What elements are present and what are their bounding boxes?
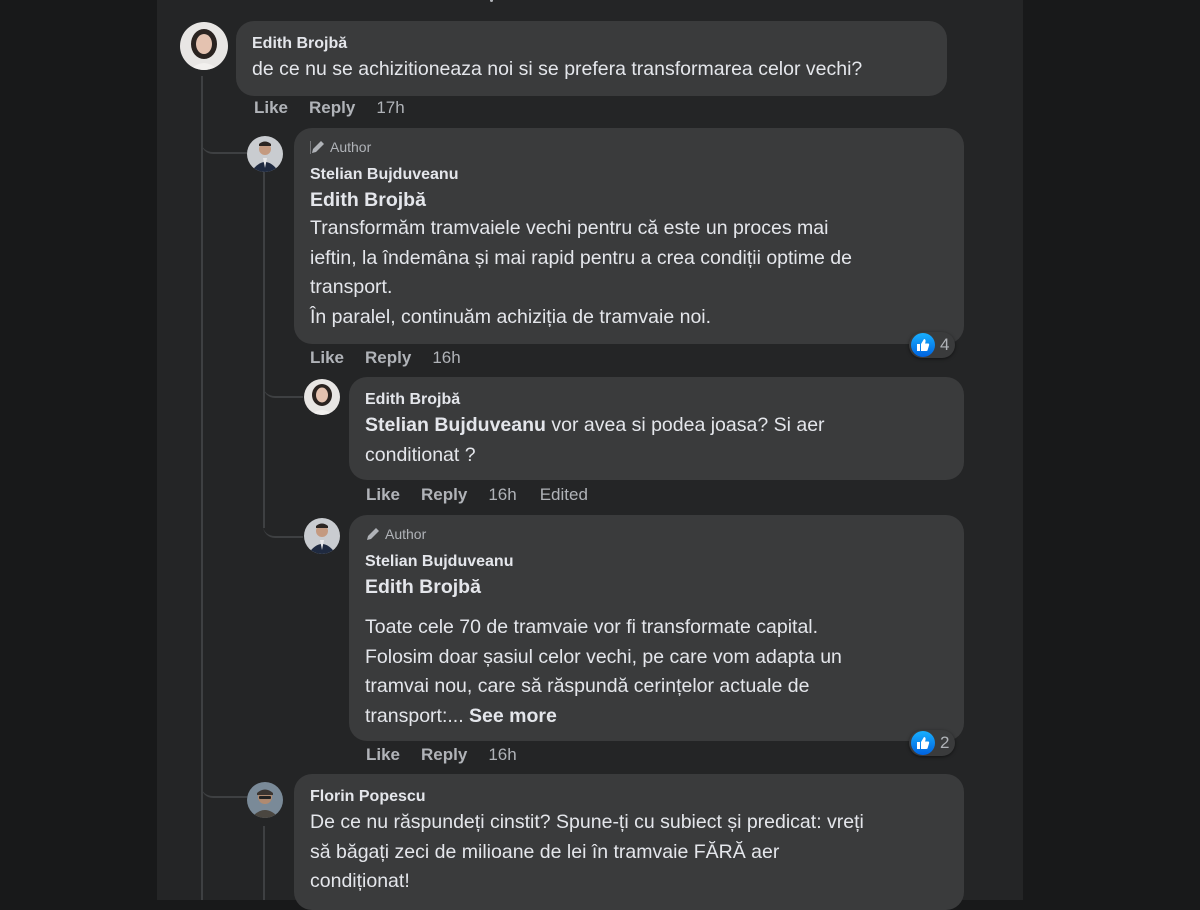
comment-line: Transformăm tramvaiele vechi pentru că e… — [310, 217, 829, 239]
comment-actions: Like Reply 17h — [254, 98, 428, 118]
comment-timestamp[interactable]: 16h — [488, 745, 516, 765]
avatar-woman-icon — [180, 22, 228, 70]
comment-line: conditionat ? — [365, 443, 476, 466]
reply-button[interactable]: Reply — [309, 98, 355, 118]
comments-panel: Edith Brojbă de ce nu se achizitioneaza … — [157, 0, 1023, 910]
author-badge-label: Author — [385, 526, 427, 542]
comment-text: Stelian Bujduveanu vor avea si podea joa… — [365, 411, 950, 470]
comment-author-name[interactable]: Edith Brojbă — [252, 33, 933, 55]
comment-line: tramvai nou, care să răspundă cerințelor… — [365, 675, 810, 697]
see-more-link[interactable]: See more — [469, 705, 557, 727]
pen-icon — [367, 528, 379, 540]
thumbs-up-icon — [911, 731, 935, 755]
thumbs-up-icon — [911, 333, 935, 357]
reply-button[interactable]: Reply — [365, 348, 411, 368]
comment-line: ieftin, la îndemâna și mai rapid pentru … — [310, 246, 852, 269]
comment-line: Folosim doar șasiul celor vechi, pe care… — [365, 645, 842, 668]
like-button[interactable]: Like — [310, 348, 344, 368]
author-badge: Author — [365, 525, 950, 543]
comment-text: Toate cele 70 de tramvaie vor fi transfo… — [365, 613, 950, 731]
comment-line: transport:... — [365, 704, 470, 727]
reaction-count[interactable]: 2 — [909, 730, 956, 756]
thread-connector — [263, 512, 303, 538]
thread-connector — [201, 772, 247, 798]
reaction-count-value: 4 — [940, 335, 950, 354]
comment-line: În paralel, continuăm achiziția de tramv… — [310, 305, 712, 328]
avatar-man-icon — [247, 782, 283, 818]
comment-line: De ce nu răspundeți cinstit? Spune-ți cu… — [310, 811, 864, 833]
comment-timestamp[interactable]: 16h — [432, 348, 460, 368]
comment-timestamp[interactable]: 16h — [488, 485, 516, 505]
comment-actions: Like Reply 16h — [310, 348, 484, 368]
scroll-remnant — [490, 0, 493, 2]
comment-text: de ce nu se achizitioneaza noi si se pre… — [252, 58, 863, 80]
avatar[interactable] — [304, 379, 340, 415]
comment-bubble: Edith Brojbă de ce nu se achizitioneaza … — [236, 21, 947, 96]
comment-text: Transformăm tramvaiele vechi pentru că e… — [310, 214, 950, 332]
comment-line: transport. — [310, 276, 393, 298]
avatar[interactable] — [304, 518, 340, 554]
like-button[interactable]: Like — [366, 745, 400, 765]
mention-tag[interactable]: Stelian Bujduveanu — [365, 414, 546, 436]
like-button[interactable]: Like — [366, 485, 400, 505]
comment-line: condiționat! — [310, 870, 410, 892]
reaction-count[interactable]: 4 — [909, 332, 956, 358]
comment-timestamp[interactable]: 17h — [376, 98, 404, 118]
author-badge: Author — [310, 138, 950, 156]
edited-label[interactable]: Edited — [540, 485, 588, 505]
avatar-man-suit-icon — [304, 518, 340, 554]
comment-actions: Like Reply 16h — [366, 745, 540, 765]
pen-icon — [310, 141, 324, 154]
comment-author-name[interactable]: Edith Brojbă — [365, 389, 950, 411]
like-button[interactable]: Like — [254, 98, 288, 118]
comment-actions: Like Reply 16h Edited — [366, 485, 588, 505]
avatar-man-suit-icon — [247, 136, 283, 172]
author-badge-label: Author — [330, 139, 372, 155]
reply-button[interactable]: Reply — [421, 745, 467, 765]
comment-author-name[interactable]: Stelian Bujduveanu — [310, 164, 950, 186]
comment-line: să băgați zeci de milioane de lei în tra… — [310, 840, 780, 863]
comment-line: vor avea si podea joasa? Si aer — [545, 414, 825, 436]
comment-bubble: Author Stelian Bujduveanu Edith Brojbă T… — [349, 515, 964, 741]
mention-tag[interactable]: Edith Brojbă — [310, 186, 950, 214]
comment-bubble: Edith Brojbă Stelian Bujduveanu vor avea… — [349, 377, 964, 480]
avatar[interactable] — [247, 136, 283, 172]
comment-text: De ce nu răspundeți cinstit? Spune-ți cu… — [310, 808, 950, 897]
comment-author-name[interactable]: Stelian Bujduveanu — [365, 551, 950, 573]
thread-connector — [201, 124, 247, 154]
reaction-count-value: 2 — [940, 733, 950, 752]
mention-tag[interactable]: Edith Brojbă — [365, 573, 950, 601]
thread-line — [263, 172, 265, 528]
avatar[interactable] — [247, 782, 283, 818]
avatar[interactable] — [180, 22, 228, 70]
comment-bubble: Author Stelian Bujduveanu Edith Brojbă T… — [294, 128, 964, 344]
comment-line: Toate cele 70 de tramvaie vor fi transfo… — [365, 616, 819, 638]
thread-line — [263, 826, 265, 900]
thread-connector — [263, 372, 303, 398]
comment-bubble: Florin Popescu De ce nu răspundeți cinst… — [294, 774, 964, 910]
reply-button[interactable]: Reply — [421, 485, 467, 505]
avatar-woman-icon — [304, 379, 340, 415]
comment-author-name[interactable]: Florin Popescu — [310, 786, 950, 808]
